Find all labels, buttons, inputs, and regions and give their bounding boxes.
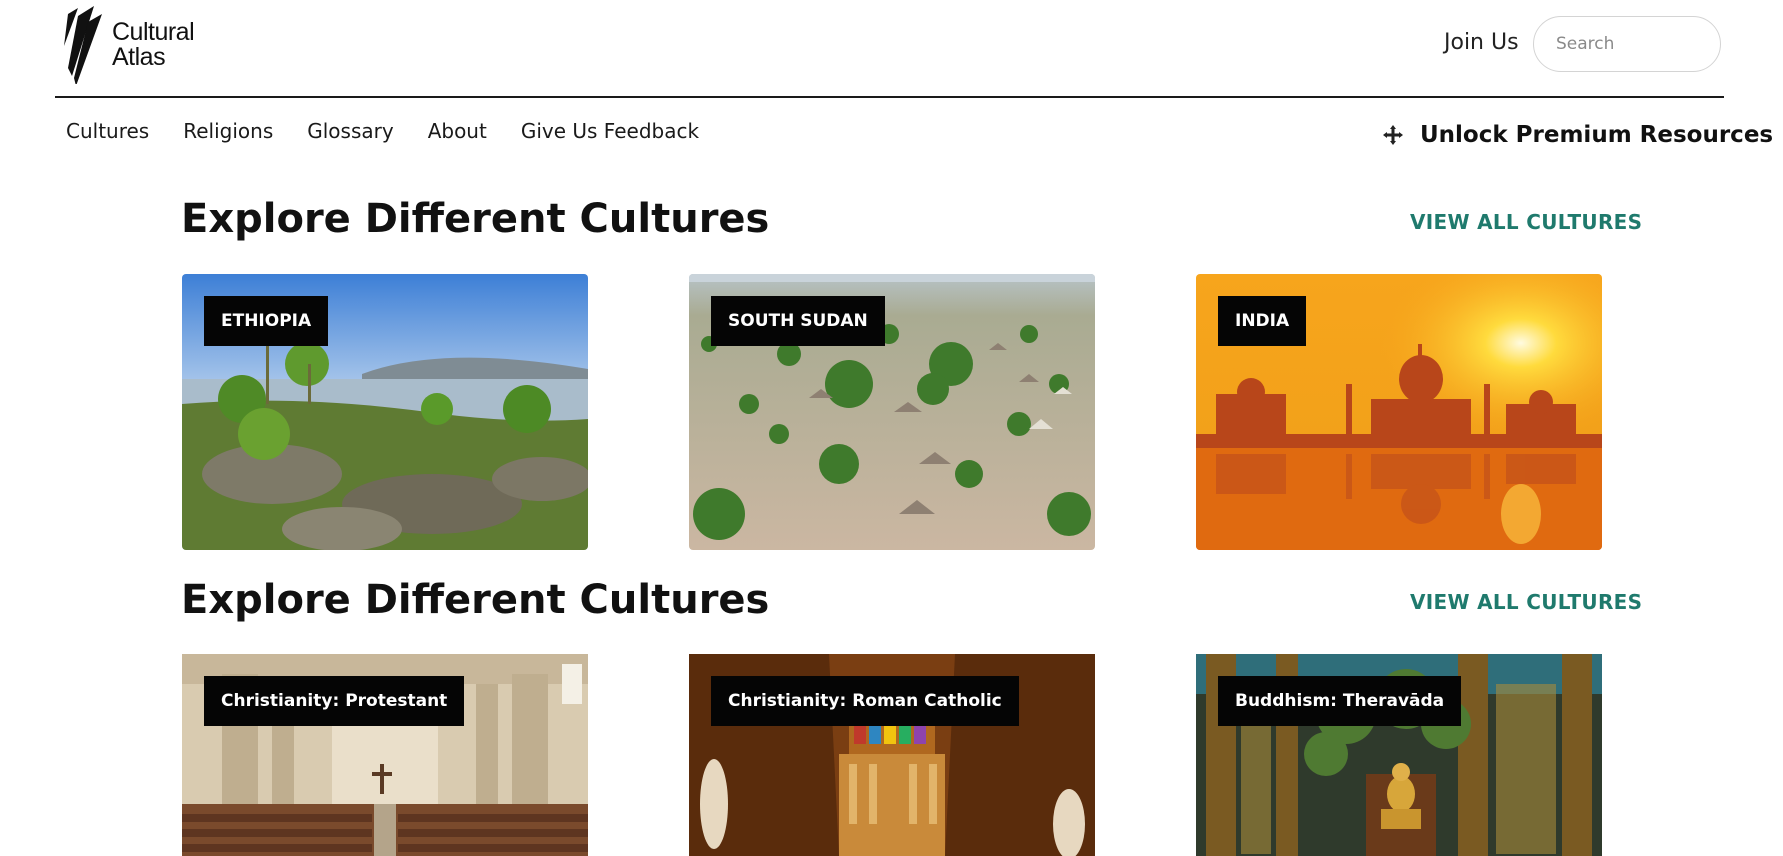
site-logo[interactable]: Cultural Atlas [54,6,195,84]
card-label: INDIA [1218,296,1307,346]
premium-label: Unlock Premium Resources [1420,122,1774,148]
view-all-cultures-link-2[interactable]: VIEW ALL CULTURES [1410,590,1642,614]
card-label: ETHIOPIA [204,296,329,346]
religion-card-protestant[interactable]: Christianity: Protestant [182,654,588,856]
unlock-premium-link[interactable]: Unlock Premium Resources [1382,122,1773,148]
logo-text-line1: Cultural [112,18,195,46]
culture-card-ethiopia[interactable]: ETHIOPIA [182,274,588,550]
nav-item-cultures[interactable]: Cultures [66,119,149,143]
logo-text: Cultural Atlas [112,18,195,71]
religion-card-theravada[interactable]: Buddhism: Theravāda [1196,654,1602,856]
card-label: Christianity: Roman Catholic [711,676,1019,726]
card-label: Buddhism: Theravāda [1218,676,1462,726]
logo-mark-icon [64,6,102,84]
nav-item-religions[interactable]: Religions [183,119,273,143]
nav-item-feedback[interactable]: Give Us Feedback [521,119,699,143]
logo-text-line2: Atlas [112,43,166,71]
header-divider [55,96,1724,98]
search-input[interactable] [1533,16,1721,72]
nav-item-about[interactable]: About [428,119,487,143]
section-title-cultures: Explore Different Cultures [181,196,770,242]
main-nav: Cultures Religions Glossary About Give U… [66,119,733,143]
card-label: SOUTH SUDAN [711,296,885,346]
culture-card-india[interactable]: INDIA [1196,274,1602,550]
join-us-link[interactable]: Join Us [1444,30,1519,55]
move-arrows-icon [1383,125,1403,145]
card-label: Christianity: Protestant [204,676,465,726]
nav-item-glossary[interactable]: Glossary [307,119,393,143]
culture-card-south-sudan[interactable]: SOUTH SUDAN [689,274,1095,550]
section-title-religions: Explore Different Cultures [181,577,770,623]
view-all-cultures-link[interactable]: VIEW ALL CULTURES [1410,210,1642,234]
religion-card-roman-catholic[interactable]: Christianity: Roman Catholic [689,654,1095,856]
